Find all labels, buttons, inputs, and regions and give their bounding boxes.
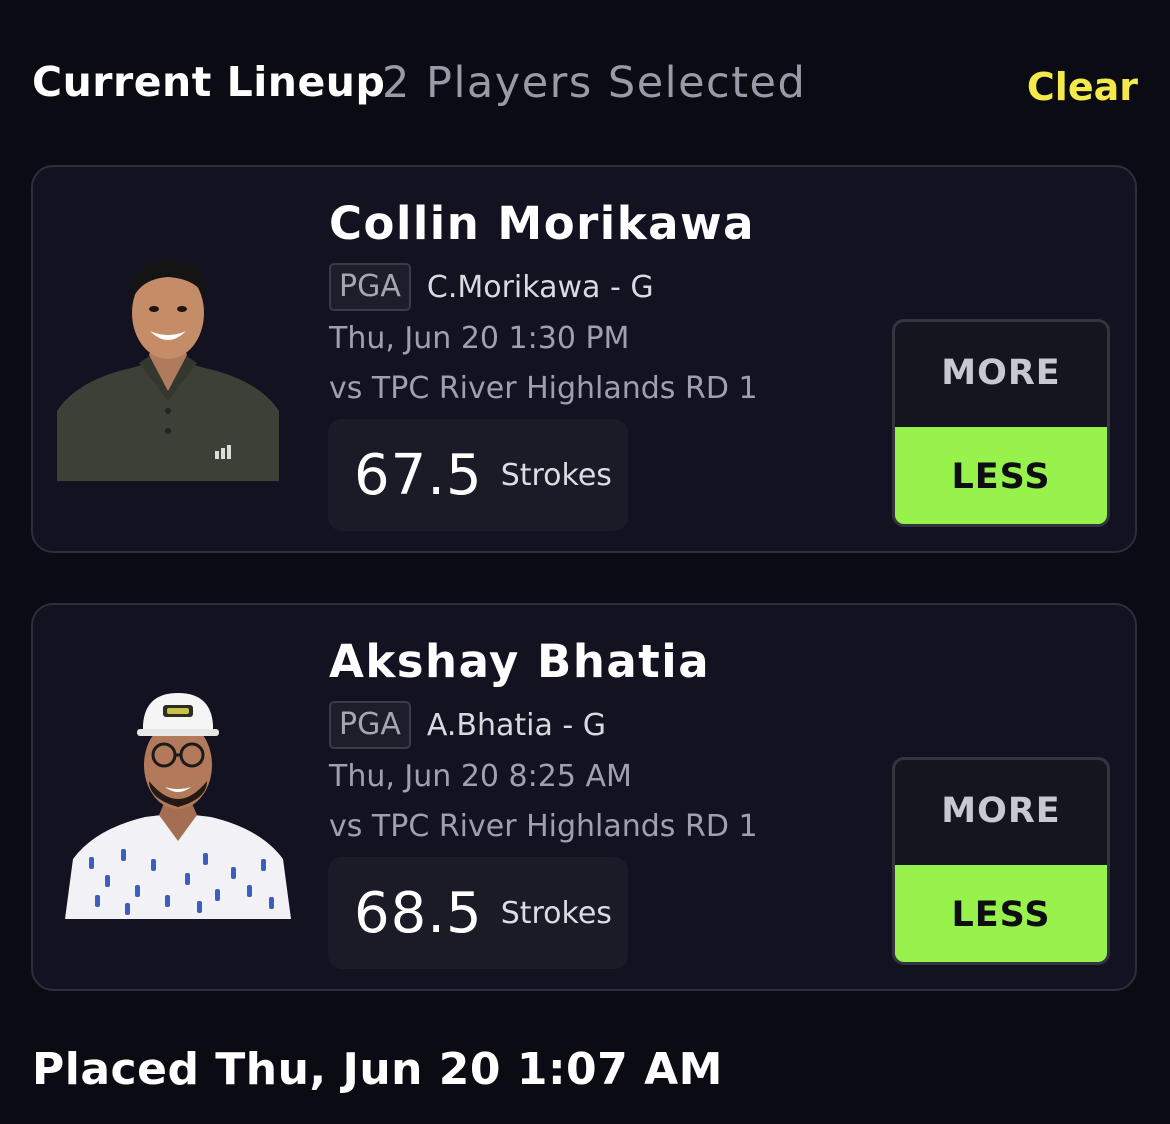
player-photo-image (65, 693, 291, 919)
game-time: Thu, Jun 20 8:25 AM (329, 759, 632, 794)
player-photo (65, 689, 291, 919)
projection-box: 67.5 Strokes (328, 419, 628, 531)
player-short-name: C.Morikawa - G (426, 269, 654, 305)
lineup-title: Current Lineup (32, 58, 386, 106)
player-name: Collin Morikawa (329, 197, 755, 250)
more-less-picker: MORE LESS (892, 757, 1110, 965)
placed-timestamp: Placed Thu, Jun 20 1:07 AM (32, 1044, 723, 1095)
player-card: Akshay Bhatia PGA A.Bhatia - G Thu, Jun … (31, 603, 1137, 991)
game-venue: vs TPC River Highlands RD 1 (329, 371, 758, 406)
player-photo-image (57, 259, 279, 481)
lineup-header: Current Lineup 2 Players Selected Clear (32, 58, 1138, 114)
less-button[interactable]: LESS (895, 427, 1107, 524)
projection-value: 67.5 (354, 442, 483, 508)
more-button[interactable]: MORE (895, 760, 1107, 862)
league-badge: PGA (329, 701, 411, 749)
projection-unit: Strokes (500, 457, 612, 493)
player-meta: PGA C.Morikawa - G (329, 263, 654, 311)
game-time: Thu, Jun 20 1:30 PM (329, 321, 630, 356)
projection-value: 68.5 (354, 880, 483, 946)
more-less-picker: MORE LESS (892, 319, 1110, 527)
projection-unit: Strokes (500, 895, 612, 931)
league-badge: PGA (329, 263, 411, 311)
player-meta: PGA A.Bhatia - G (329, 701, 606, 749)
less-button[interactable]: LESS (895, 865, 1107, 962)
players-selected-count: 2 Players Selected (382, 58, 807, 108)
player-card: Collin Morikawa PGA C.Morikawa - G Thu, … (31, 165, 1137, 553)
projection-box: 68.5 Strokes (328, 857, 628, 969)
player-name: Akshay Bhatia (329, 635, 711, 688)
player-photo (57, 251, 279, 481)
more-button[interactable]: MORE (895, 322, 1107, 424)
player-short-name: A.Bhatia - G (426, 707, 607, 743)
clear-button[interactable]: Clear (1027, 65, 1138, 109)
game-venue: vs TPC River Highlands RD 1 (329, 809, 758, 844)
